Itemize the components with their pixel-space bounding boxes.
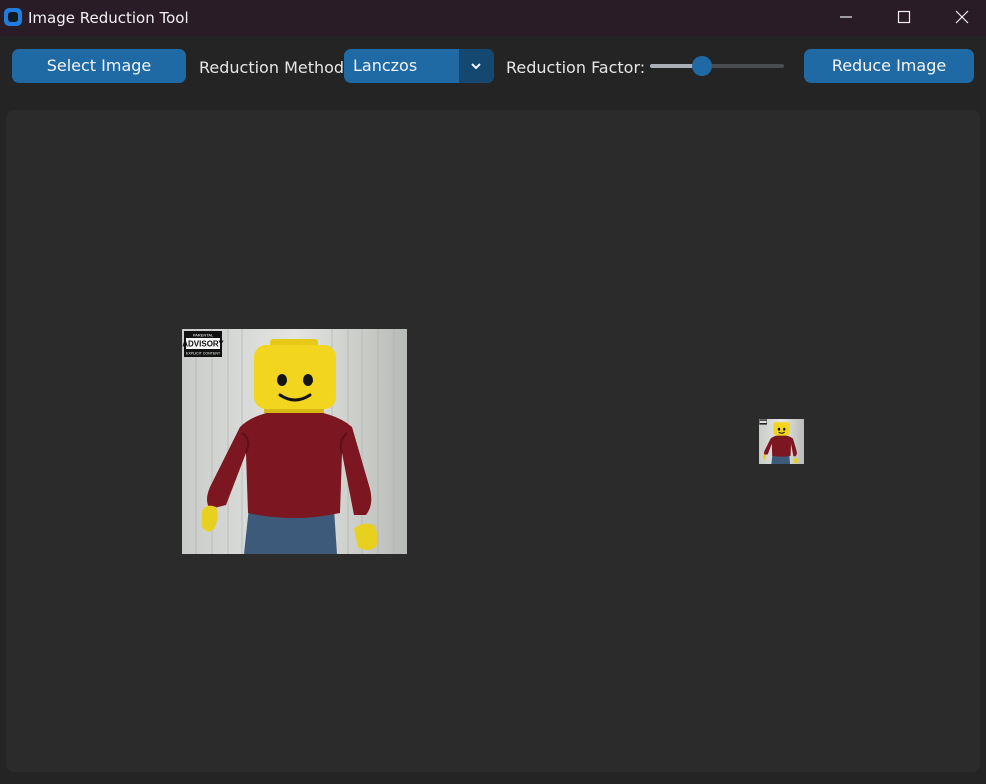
reduction-factor-slider[interactable] <box>648 56 786 76</box>
chevron-down-icon <box>471 63 481 70</box>
image-display-area: PARENTAL ADVISORY EXPLICIT CONTENT <box>6 110 980 772</box>
dropdown-arrow-button[interactable] <box>459 49 494 83</box>
select-image-button[interactable]: Select Image <box>12 49 186 83</box>
app-icon <box>4 8 22 26</box>
reduce-image-button[interactable]: Reduce Image <box>804 49 974 83</box>
maximize-icon <box>897 10 911 24</box>
close-button[interactable] <box>934 0 986 36</box>
minimize-button[interactable] <box>818 0 876 36</box>
reduced-image <box>759 419 804 464</box>
reduction-factor-label: Reduction Factor: <box>506 58 646 77</box>
original-image: PARENTAL ADVISORY EXPLICIT CONTENT <box>182 329 407 554</box>
window-title: Image Reduction Tool <box>28 9 189 27</box>
reduction-method-dropdown[interactable]: Lanczos <box>344 49 494 83</box>
maximize-button[interactable] <box>876 0 934 36</box>
minimize-icon <box>840 16 852 18</box>
toolbar: Select Image Reduction Method: Lanczos R… <box>0 36 986 102</box>
reduction-method-label: Reduction Method: <box>199 58 350 77</box>
title-bar: Image Reduction Tool <box>0 0 986 36</box>
advisory-top-text: PARENTAL <box>193 333 214 338</box>
advisory-main-text: ADVISORY <box>182 340 224 349</box>
slider-thumb[interactable] <box>692 56 713 76</box>
reduction-method-value: Lanczos <box>353 56 418 75</box>
close-icon <box>955 10 969 24</box>
advisory-bottom-text: EXPLICIT CONTENT <box>186 352 221 356</box>
